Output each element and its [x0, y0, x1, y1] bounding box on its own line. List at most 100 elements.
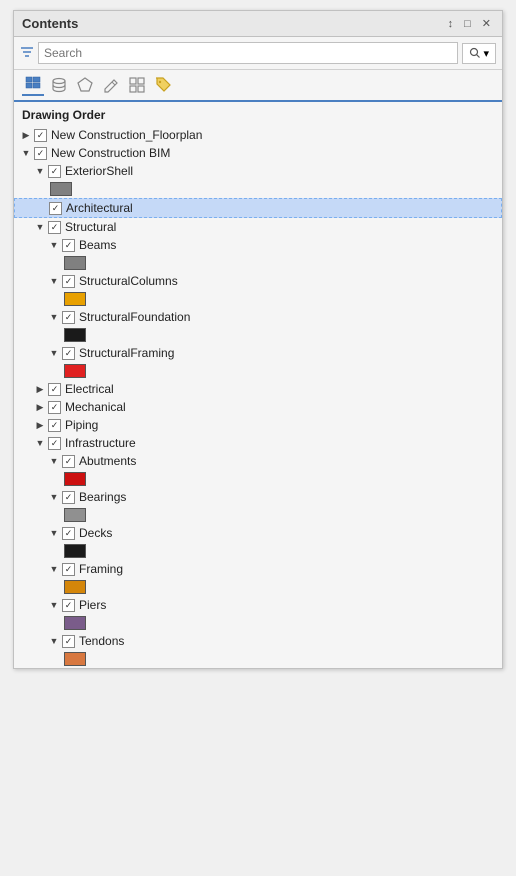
list-item[interactable]: ▶✓Electrical [14, 380, 502, 398]
tree-container[interactable]: ▶✓New Construction_Floorplan▼✓New Constr… [14, 126, 502, 668]
list-item [14, 326, 502, 344]
expand-button[interactable]: ▼ [34, 165, 46, 177]
item-label: Beams [79, 238, 116, 252]
checkbox[interactable]: ✓ [62, 635, 75, 648]
list-item[interactable]: ✓ Architectural [14, 198, 502, 218]
search-row: ▾ [14, 37, 502, 70]
expand-button[interactable]: ▼ [48, 347, 60, 359]
expand-button[interactable]: ▼ [48, 311, 60, 323]
checkbox[interactable]: ✓ [62, 563, 75, 576]
filter-icon[interactable] [20, 45, 34, 62]
item-label: StructuralFoundation [79, 310, 190, 324]
expand-button[interactable]: ▼ [20, 147, 32, 159]
color-swatch[interactable] [50, 182, 72, 196]
list-item[interactable]: ▼✓Framing [14, 560, 502, 578]
list-item[interactable]: ▼✓StructuralColumns [14, 272, 502, 290]
color-swatch[interactable] [64, 508, 86, 522]
checkbox[interactable]: ✓ [62, 527, 75, 540]
expand-button[interactable]: ▼ [48, 599, 60, 611]
expand-button[interactable]: ▶ [20, 129, 32, 141]
expand-button[interactable]: ▼ [48, 527, 60, 539]
expand-button[interactable]: ▶ [34, 383, 46, 395]
item-label: Piers [79, 598, 106, 612]
checkbox[interactable]: ✓ [48, 401, 61, 414]
list-item[interactable]: ▼✓Tendons [14, 632, 502, 650]
list-item[interactable]: ▼✓Abutments [14, 452, 502, 470]
list-item [14, 470, 502, 488]
list-item [14, 362, 502, 380]
checkbox[interactable]: ✓ [48, 221, 61, 234]
checkbox[interactable]: ✓ [49, 202, 62, 215]
checkbox[interactable]: ✓ [34, 147, 47, 160]
checkbox[interactable]: ✓ [62, 599, 75, 612]
expand-button [35, 202, 47, 214]
toolbar-row [14, 70, 502, 102]
expand-button[interactable]: ▼ [48, 635, 60, 647]
checkbox[interactable]: ✓ [48, 419, 61, 432]
list-item[interactable]: ▼✓ Piers [14, 596, 502, 614]
item-label: Bearings [79, 490, 126, 504]
list-item[interactable]: ▼✓Structural [14, 218, 502, 236]
expand-button[interactable]: ▼ [34, 437, 46, 449]
polygon-icon[interactable] [74, 74, 96, 96]
list-item[interactable]: ▶✓ Piping [14, 416, 502, 434]
color-swatch[interactable] [64, 652, 86, 666]
expand-button[interactable]: ▼ [48, 239, 60, 251]
expand-button[interactable]: ▼ [48, 563, 60, 575]
list-item [14, 254, 502, 272]
search-button[interactable]: ▾ [462, 43, 496, 64]
checkbox[interactable]: ✓ [62, 347, 75, 360]
expand-button[interactable]: ▶ [34, 419, 46, 431]
color-swatch[interactable] [64, 472, 86, 486]
grid-icon[interactable] [126, 74, 148, 96]
checkbox[interactable]: ✓ [62, 239, 75, 252]
tag-icon[interactable] [152, 74, 174, 96]
list-item[interactable]: ▼✓ ExteriorShell [14, 162, 502, 180]
checkbox[interactable]: ✓ [48, 165, 61, 178]
list-item[interactable]: ▼✓ StructuralFoundation [14, 308, 502, 326]
panel-title: Contents [22, 16, 78, 31]
expand-button[interactable]: ▼ [48, 275, 60, 287]
item-label: ExteriorShell [65, 164, 133, 178]
checkbox[interactable]: ✓ [34, 129, 47, 142]
color-swatch[interactable] [64, 256, 86, 270]
list-item[interactable]: ▼✓New Construction BIM [14, 144, 502, 162]
expand-button[interactable]: ▼ [48, 491, 60, 503]
search-input[interactable] [38, 42, 458, 64]
checkbox[interactable]: ✓ [62, 311, 75, 324]
color-swatch[interactable] [64, 328, 86, 342]
item-label: Architectural [66, 201, 133, 215]
pencil-icon[interactable] [100, 74, 122, 96]
expand-button[interactable]: ▶ [34, 401, 46, 413]
list-item [14, 290, 502, 308]
list-item[interactable]: ▼✓Decks [14, 524, 502, 542]
expand-button[interactable]: ▼ [48, 455, 60, 467]
checkbox[interactable]: ✓ [48, 437, 61, 450]
item-label: Infrastructure [65, 436, 136, 450]
list-item[interactable]: ▼✓StructuralFraming [14, 344, 502, 362]
panel-header: Contents ↕ □ ✕ [14, 11, 502, 37]
list-item [14, 180, 502, 198]
close-button[interactable]: ✕ [479, 16, 494, 31]
minimize-button[interactable]: ↕ [445, 17, 457, 31]
color-swatch[interactable] [64, 544, 86, 558]
maximize-button[interactable]: □ [461, 17, 474, 31]
checkbox[interactable]: ✓ [62, 491, 75, 504]
checkbox[interactable]: ✓ [62, 275, 75, 288]
expand-button[interactable]: ▼ [34, 221, 46, 233]
list-item[interactable]: ▼✓ Bearings [14, 488, 502, 506]
color-swatch[interactable] [64, 292, 86, 306]
color-swatch[interactable] [64, 364, 86, 378]
checkbox[interactable]: ✓ [62, 455, 75, 468]
list-item[interactable]: ▶✓ New Construction_Floorplan [14, 126, 502, 144]
checkbox[interactable]: ✓ [48, 383, 61, 396]
color-swatch[interactable] [64, 616, 86, 630]
list-item[interactable]: ▼✓ Beams [14, 236, 502, 254]
list-item[interactable]: ▶✓Mechanical [14, 398, 502, 416]
color-swatch[interactable] [64, 580, 86, 594]
item-label: Piping [65, 418, 98, 432]
database-icon[interactable] [48, 74, 70, 96]
item-label: New Construction_Floorplan [51, 128, 202, 142]
list-item[interactable]: ▼✓ Infrastructure [14, 434, 502, 452]
layers-icon[interactable] [22, 74, 44, 96]
